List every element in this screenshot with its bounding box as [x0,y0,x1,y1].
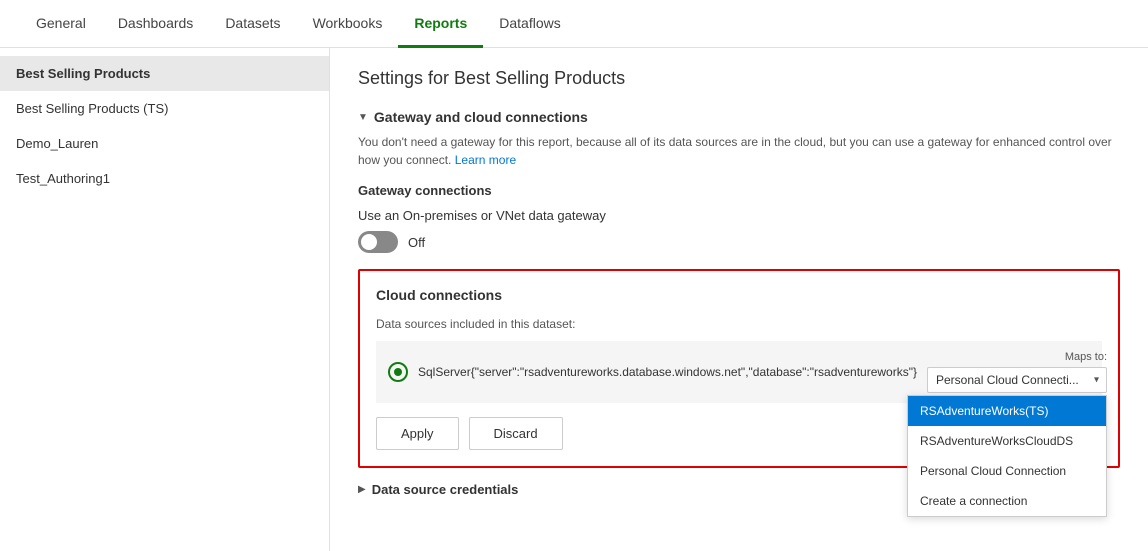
learn-more-link[interactable]: Learn more [455,153,516,167]
gateway-description: You don't need a gateway for this report… [358,133,1120,169]
toggle-label: Off [408,235,425,250]
dropdown-option-rs-adventureworks-ts[interactable]: RSAdventureWorks(TS) [908,396,1106,426]
maps-to-column: Maps to: Personal Cloud Connecti... ▾ RS… [927,351,1107,393]
credentials-title: Data source credentials [372,482,519,497]
datasource-label: Data sources included in this dataset: [376,317,1102,331]
main-layout: Best Selling Products Best Selling Produ… [0,48,1148,551]
apply-button[interactable]: Apply [376,417,459,450]
connection-dropdown: RSAdventureWorks(TS) RSAdventureWorksClo… [907,395,1107,517]
discard-button[interactable]: Discard [469,417,563,450]
sidebar-item-best-selling-products[interactable]: Best Selling Products [0,56,329,91]
page-title: Settings for Best Selling Products [358,68,1120,89]
connection-select[interactable]: Personal Cloud Connecti... [927,367,1107,393]
dropdown-option-rs-adventureworks-cloudds[interactable]: RSAdventureWorksCloudDS [908,426,1106,456]
cloud-connections-title: Cloud connections [376,287,1102,303]
maps-to-label: Maps to: [1065,351,1107,363]
nav-datasets[interactable]: Datasets [209,0,296,48]
gateway-toggle-row: Off [358,231,1120,253]
gateway-row-text: Use an On-premises or VNet data gateway [358,208,1120,223]
nav-dataflows[interactable]: Dataflows [483,0,576,48]
sidebar-item-demo-lauren[interactable]: Demo_Lauren [0,126,329,161]
connection-dot [394,368,402,376]
sidebar-item-test-authoring1[interactable]: Test_Authoring1 [0,161,329,196]
cloud-connections-box: Cloud connections Data sources included … [358,269,1120,468]
nav-general[interactable]: General [20,0,102,48]
top-navigation: General Dashboards Datasets Workbooks Re… [0,0,1148,48]
gateway-toggle[interactable] [358,231,398,253]
gateway-connections-title: Gateway connections [358,183,1120,198]
sidebar-item-best-selling-products-ts[interactable]: Best Selling Products (TS) [0,91,329,126]
content-area: Settings for Best Selling Products ▼ Gat… [330,48,1148,551]
sidebar: Best Selling Products Best Selling Produ… [0,48,330,551]
dropdown-option-create-connection[interactable]: Create a connection [908,486,1106,516]
triangle-down-icon: ▼ [358,112,368,123]
connection-status-icon [388,362,408,382]
dropdown-option-personal-cloud[interactable]: Personal Cloud Connection [908,456,1106,486]
triangle-right-icon: ▶ [358,484,366,495]
nav-reports[interactable]: Reports [398,0,483,48]
gateway-section-header: ▼ Gateway and cloud connections [358,109,1120,125]
datasource-row: SqlServer{"server":"rsadventureworks.dat… [376,341,1102,403]
connection-select-wrapper: Personal Cloud Connecti... ▾ RSAdventure… [927,367,1107,393]
datasource-name: SqlServer{"server":"rsadventureworks.dat… [418,365,917,379]
nav-workbooks[interactable]: Workbooks [297,0,399,48]
nav-dashboards[interactable]: Dashboards [102,0,210,48]
